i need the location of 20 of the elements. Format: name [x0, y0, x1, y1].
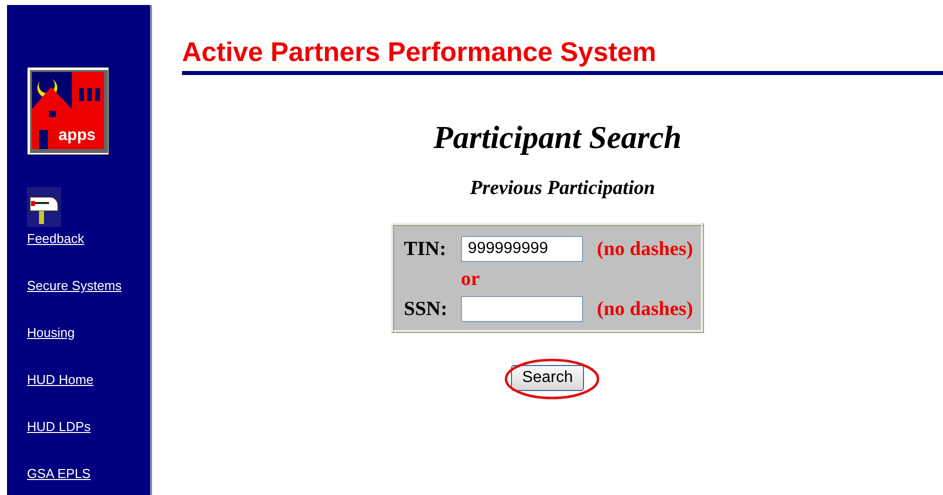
field-label: SSN: [404, 298, 448, 320]
input-field[interactable]: 999999999 [460, 236, 583, 262]
subtitle: Previous Participation [470, 176, 655, 201]
or-label: or [460, 268, 480, 290]
page-title: Participant Search [433, 118, 682, 157]
mailbox-icon[interactable] [27, 187, 61, 227]
field-hint: (no dashes) [596, 238, 694, 260]
app-title: Active Partners Performance System [182, 36, 658, 69]
sidebar-link[interactable]: HUD LDPs [27, 419, 91, 434]
field-hint: (no dashes) [596, 298, 694, 320]
logo-text: apps [58, 127, 96, 144]
sidebar-link[interactable]: Housing [27, 325, 75, 340]
sidebar-link[interactable]: Feedback [27, 231, 84, 246]
sidebar-link[interactable]: HUD Home [27, 372, 94, 387]
input-field[interactable] [460, 296, 583, 322]
field-label: TIN: [404, 238, 448, 260]
sidebar-link[interactable]: GSA EPLS [27, 466, 91, 481]
sidebar-link[interactable]: Secure Systems [27, 278, 122, 293]
house-logo-drawing[interactable] [27, 67, 109, 155]
search-button[interactable]: Search [511, 365, 584, 391]
